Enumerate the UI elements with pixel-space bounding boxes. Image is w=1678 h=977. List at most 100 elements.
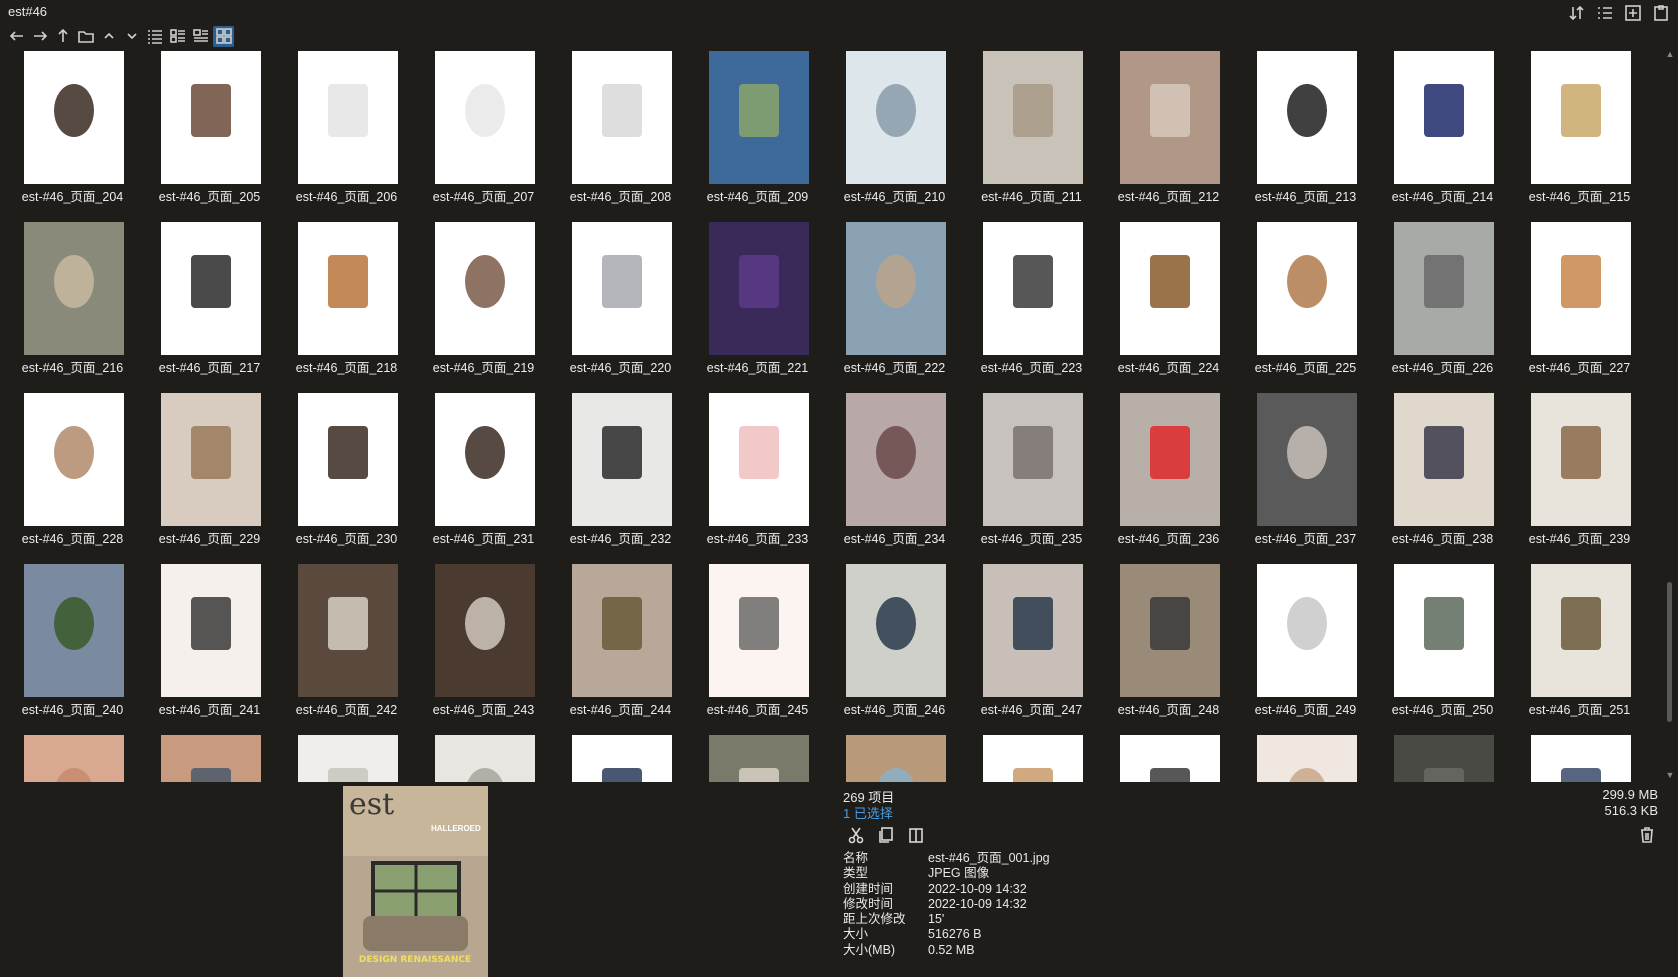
thumbnail-item[interactable]: est-#46_页面_221 xyxy=(689,222,826,393)
scroll-down-icon[interactable]: ▼ xyxy=(1665,770,1675,780)
paste-icon[interactable] xyxy=(905,824,927,846)
thumbnail-item[interactable]: est-#46_页面_212 xyxy=(1100,51,1237,222)
thumbnail-label: est-#46_页面_204 xyxy=(21,190,124,204)
thumbnail-item[interactable] xyxy=(963,735,1100,782)
thumbnail-item[interactable]: est-#46_页面_236 xyxy=(1100,393,1237,564)
selected-count: 1 已选择 xyxy=(843,806,893,821)
thumbnail-item[interactable]: est-#46_页面_208 xyxy=(552,51,689,222)
folder-icon[interactable] xyxy=(75,26,96,47)
thumbnail-item[interactable]: est-#46_页面_205 xyxy=(141,51,278,222)
vertical-scrollbar[interactable]: ▲ ▼ xyxy=(1664,47,1676,782)
thumbnail-view-icon[interactable] xyxy=(213,25,234,47)
thumbnail-image xyxy=(846,222,946,355)
total-size: 299.9 MB xyxy=(1602,787,1658,802)
thumbnail-image xyxy=(435,393,535,526)
thumbnail-item[interactable]: est-#46_页面_229 xyxy=(141,393,278,564)
thumbnail-item[interactable]: est-#46_页面_225 xyxy=(1237,222,1374,393)
thumbnail-item[interactable]: est-#46_页面_204 xyxy=(4,51,141,222)
thumbnail-item[interactable]: est-#46_页面_219 xyxy=(415,222,552,393)
thumbnail-item[interactable]: est-#46_页面_226 xyxy=(1374,222,1511,393)
thumbnail-item[interactable]: est-#46_页面_232 xyxy=(552,393,689,564)
thumbnail-item[interactable]: est-#46_页面_222 xyxy=(826,222,963,393)
thumbnail-item[interactable]: est-#46_页面_237 xyxy=(1237,393,1374,564)
delete-icon[interactable] xyxy=(1636,824,1658,846)
scrollbar-thumb[interactable] xyxy=(1667,582,1672,722)
thumbnail-item[interactable]: est-#46_页面_233 xyxy=(689,393,826,564)
thumbnail-item[interactable]: est-#46_页面_218 xyxy=(278,222,415,393)
thumbnail-label: est-#46_页面_232 xyxy=(569,532,672,546)
detail-view-icon[interactable] xyxy=(167,26,188,47)
thumbnail-label: est-#46_页面_214 xyxy=(1391,190,1494,204)
thumbnail-item[interactable]: est-#46_页面_240 xyxy=(4,564,141,735)
thumbnail-item[interactable]: est-#46_页面_220 xyxy=(552,222,689,393)
thumbnail-item[interactable]: est-#46_页面_250 xyxy=(1374,564,1511,735)
chevron-up-icon[interactable] xyxy=(98,26,119,47)
thumbnail-item[interactable]: est-#46_页面_235 xyxy=(963,393,1100,564)
property-key: 距上次修改 xyxy=(843,912,906,927)
thumbnail-item[interactable] xyxy=(826,735,963,782)
thumbnail-item[interactable]: est-#46_页面_216 xyxy=(4,222,141,393)
details-list-icon[interactable] xyxy=(1594,2,1616,24)
thumbnail-item[interactable] xyxy=(1237,735,1374,782)
thumbnail-item[interactable]: est-#46_页面_234 xyxy=(826,393,963,564)
thumbnail-item[interactable]: est-#46_页面_206 xyxy=(278,51,415,222)
thumbnail-item[interactable]: est-#46_页面_246 xyxy=(826,564,963,735)
thumbnail-item[interactable]: est-#46_页面_214 xyxy=(1374,51,1511,222)
cut-icon[interactable] xyxy=(845,824,867,846)
thumbnail-item[interactable]: est-#46_页面_217 xyxy=(141,222,278,393)
thumbnail-item[interactable] xyxy=(141,735,278,782)
thumbnail-item[interactable] xyxy=(278,735,415,782)
thumbnail-item[interactable]: est-#46_页面_243 xyxy=(415,564,552,735)
thumbnail-item[interactable] xyxy=(1511,735,1648,782)
thumbnail-item[interactable]: est-#46_页面_248 xyxy=(1100,564,1237,735)
thumbnail-item[interactable]: est-#46_页面_239 xyxy=(1511,393,1648,564)
thumbnail-item[interactable] xyxy=(1100,735,1237,782)
thumbnail-item[interactable]: est-#46_页面_228 xyxy=(4,393,141,564)
forward-arrow-icon[interactable] xyxy=(29,26,50,47)
thumbnail-item[interactable] xyxy=(1374,735,1511,782)
thumbnail-item[interactable]: est-#46_页面_210 xyxy=(826,51,963,222)
thumbnail-item[interactable]: est-#46_页面_230 xyxy=(278,393,415,564)
thumbnail-item[interactable]: est-#46_页面_231 xyxy=(415,393,552,564)
up-arrow-icon[interactable] xyxy=(52,26,73,47)
thumbnail-label: est-#46_页面_231 xyxy=(432,532,535,546)
thumbnail-image xyxy=(24,393,124,526)
thumbnail-item[interactable] xyxy=(4,735,141,782)
list-view-icon[interactable] xyxy=(144,26,165,47)
sort-icon[interactable] xyxy=(1566,2,1588,24)
thumbnail-item[interactable]: est-#46_页面_245 xyxy=(689,564,826,735)
thumbnail-item[interactable] xyxy=(689,735,826,782)
thumbnail-label: est-#46_页面_220 xyxy=(569,361,672,375)
thumbnail-item[interactable]: est-#46_页面_244 xyxy=(552,564,689,735)
thumbnail-item[interactable]: est-#46_页面_241 xyxy=(141,564,278,735)
tile-view-icon[interactable] xyxy=(190,26,211,47)
thumbnail-item[interactable] xyxy=(552,735,689,782)
thumbnail-item[interactable]: est-#46_页面_209 xyxy=(689,51,826,222)
thumbnail-item[interactable]: est-#46_页面_211 xyxy=(963,51,1100,222)
thumbnail-item[interactable]: est-#46_页面_223 xyxy=(963,222,1100,393)
thumbnail-image xyxy=(435,51,535,184)
thumbnail-image xyxy=(161,735,261,782)
thumbnail-item[interactable]: est-#46_页面_249 xyxy=(1237,564,1374,735)
thumbnail-item[interactable]: est-#46_页面_227 xyxy=(1511,222,1648,393)
thumbnail-item[interactable]: est-#46_页面_238 xyxy=(1374,393,1511,564)
thumbnail-item[interactable]: est-#46_页面_224 xyxy=(1100,222,1237,393)
thumbnail-image xyxy=(709,222,809,355)
clipboard-icon[interactable] xyxy=(1650,2,1672,24)
copy-icon[interactable] xyxy=(875,824,897,846)
nav-toolbar xyxy=(6,25,234,47)
thumbnail-item[interactable]: est-#46_页面_247 xyxy=(963,564,1100,735)
thumbnail-item[interactable]: est-#46_页面_215 xyxy=(1511,51,1648,222)
thumbnail-item[interactable]: est-#46_页面_207 xyxy=(415,51,552,222)
scroll-up-icon[interactable]: ▲ xyxy=(1665,49,1675,59)
property-key: 大小(MB) xyxy=(843,942,896,957)
thumbnail-item[interactable]: est-#46_页面_251 xyxy=(1511,564,1648,735)
back-arrow-icon[interactable] xyxy=(6,26,27,47)
thumbnail-item[interactable] xyxy=(415,735,552,782)
thumbnail-item[interactable]: est-#46_页面_213 xyxy=(1237,51,1374,222)
chevron-down-icon[interactable] xyxy=(121,26,142,47)
new-tab-icon[interactable] xyxy=(1622,2,1644,24)
window-title: est#46 xyxy=(8,4,48,19)
thumbnail-item[interactable]: est-#46_页面_242 xyxy=(278,564,415,735)
thumbnail-image xyxy=(1120,735,1220,782)
